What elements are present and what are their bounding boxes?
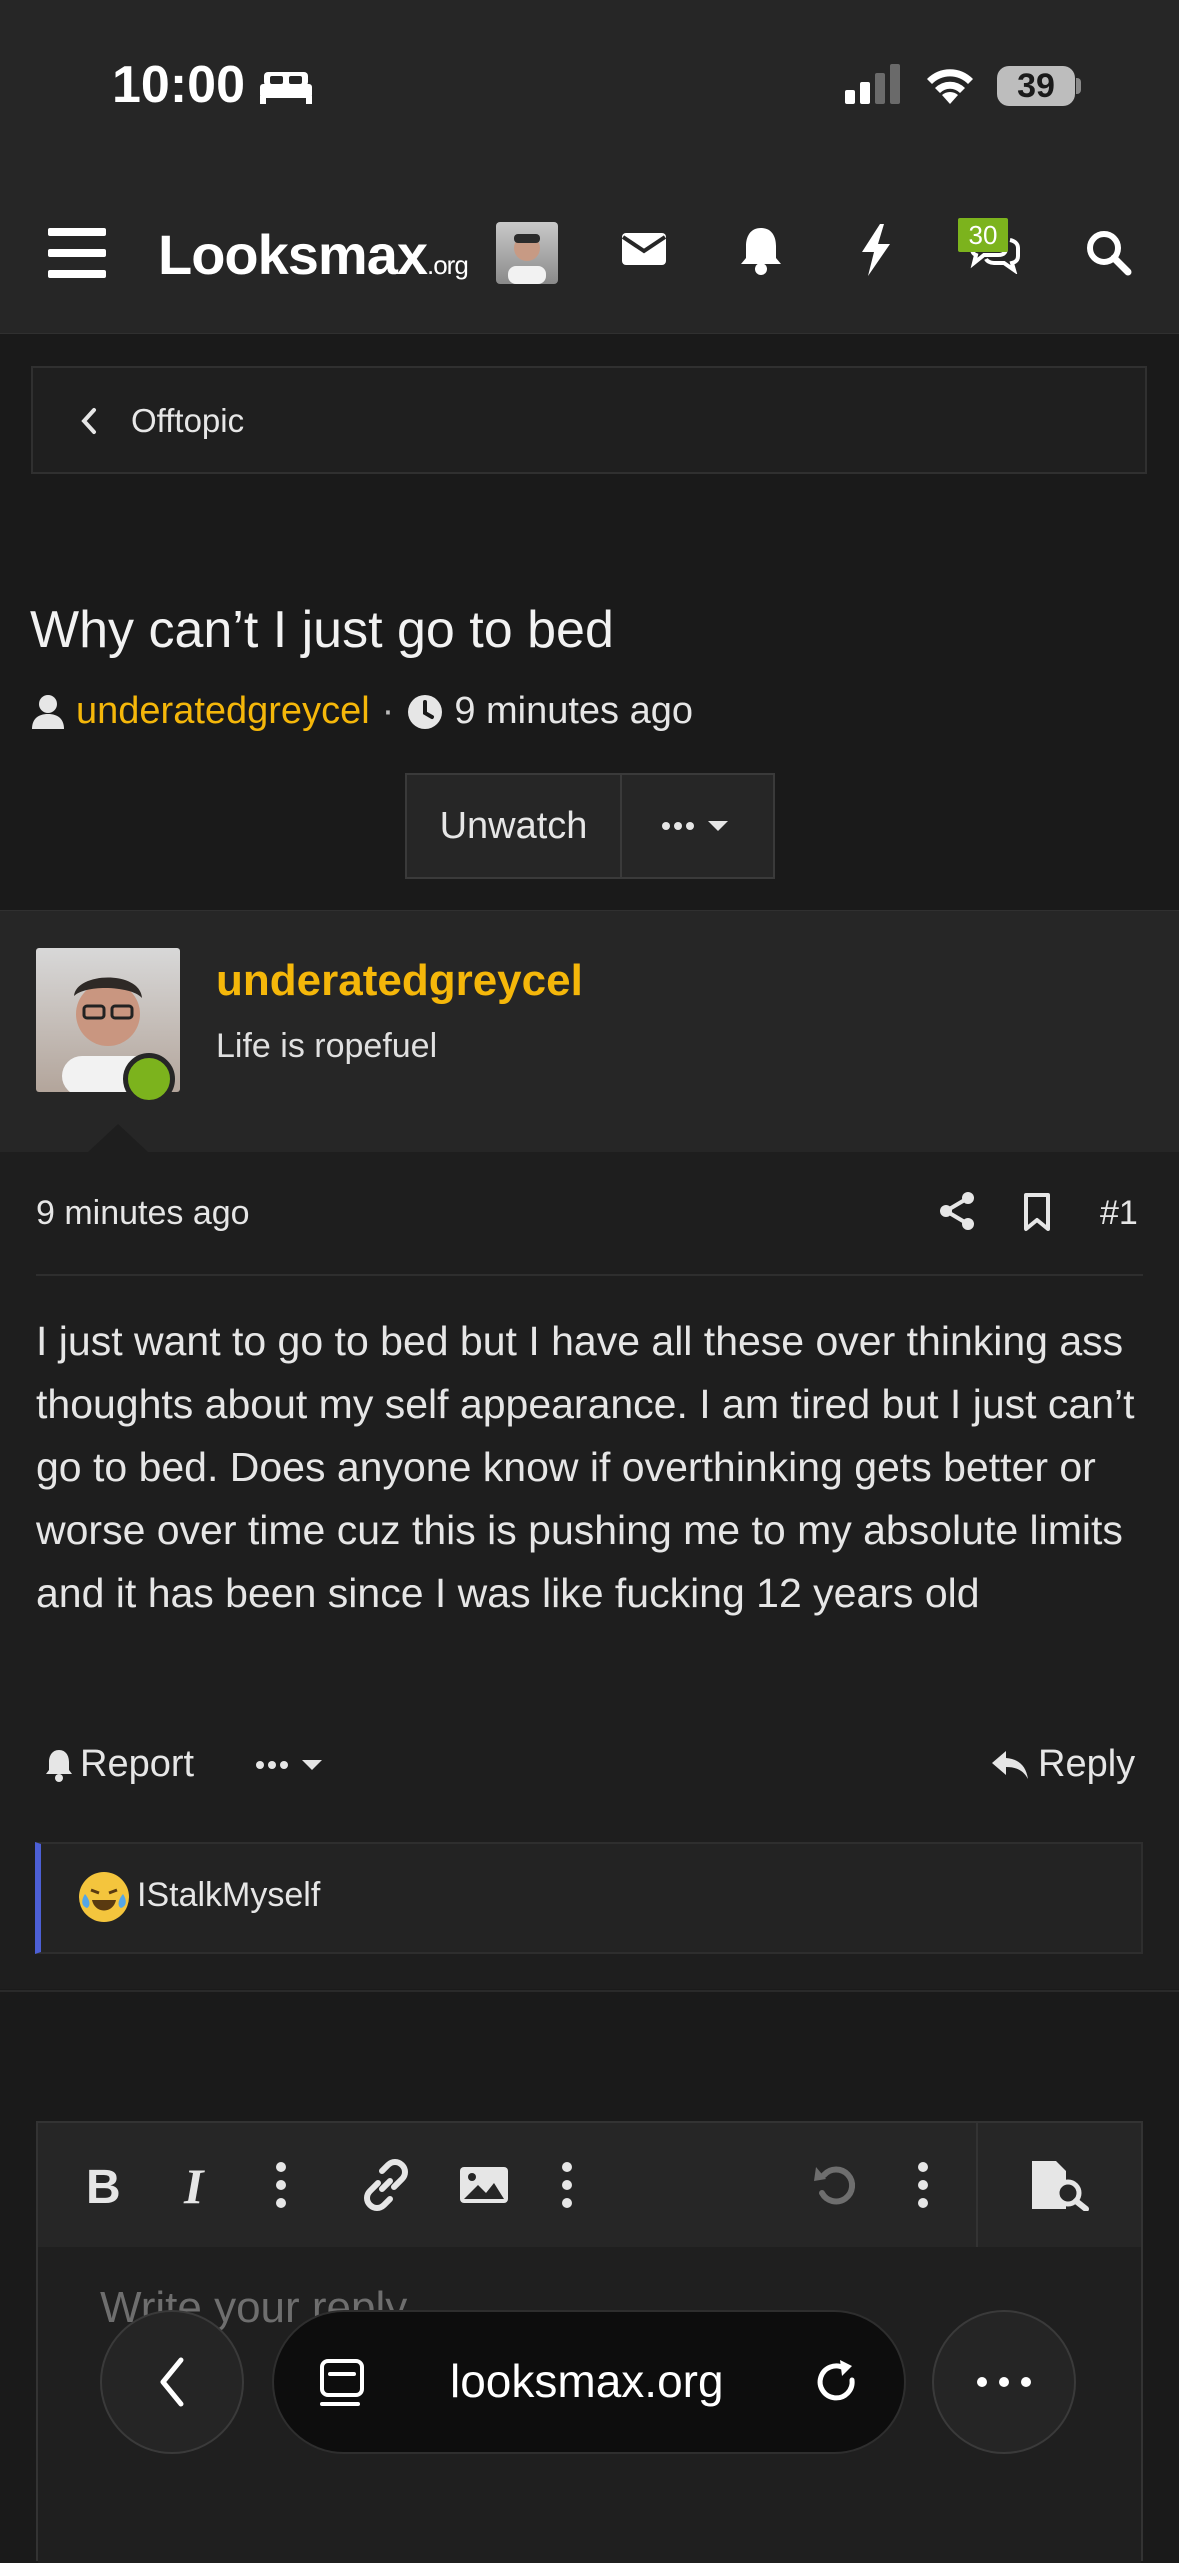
post-more-options-icon[interactable]	[254, 1755, 330, 1775]
svg-text:I: I	[183, 2159, 205, 2211]
chevron-left-icon	[81, 408, 96, 434]
wifi-icon	[927, 69, 973, 104]
text-options-more-icon[interactable]	[274, 2159, 288, 2211]
inbox-envelope-icon[interactable]	[620, 229, 668, 269]
browser-more-button[interactable]	[932, 2310, 1076, 2454]
thread-time: 9 minutes ago	[454, 690, 694, 732]
thread-more-menu-button[interactable]	[622, 775, 773, 877]
post-message-text: I just want to go to bed but I have all …	[36, 1318, 1135, 1616]
online-status-indicator	[123, 1053, 175, 1105]
crying-laughing-emoji-icon	[79, 1872, 129, 1922]
notifications-bell-icon[interactable]	[738, 224, 784, 276]
search-icon[interactable]	[1084, 228, 1132, 276]
meta-separator: ·	[381, 690, 395, 732]
share-icon[interactable]	[938, 1190, 976, 1232]
chevron-left-icon	[160, 2357, 184, 2407]
browser-address-bar[interactable]: looksmax.org	[272, 2310, 906, 2454]
toolbar-separator	[976, 2123, 978, 2247]
more-options-icon	[661, 821, 728, 831]
reactions-bar[interactable]: IStalkMyself	[35, 1842, 1143, 1954]
reaction-user-link[interactable]: IStalkMyself	[137, 1876, 320, 1915]
sleep-focus-icon	[260, 72, 312, 104]
cellular-signal-icon	[845, 64, 900, 104]
report-button[interactable]: Report	[44, 1743, 194, 1786]
reload-icon[interactable]	[814, 2358, 862, 2410]
site-logo[interactable]: Looksmax.org	[158, 222, 469, 287]
battery-tip	[1076, 78, 1081, 94]
thread-meta: underatedgreycel · 9 minutes ago	[30, 690, 693, 733]
post-author-title: Life is ropefuel	[216, 1027, 438, 1065]
reply-button[interactable]: Reply	[990, 1743, 1135, 1786]
insert-image-icon[interactable]	[458, 2159, 510, 2211]
bell-icon	[46, 1749, 72, 1782]
battery-indicator: 39	[997, 66, 1075, 106]
thread-author-link[interactable]: underatedgreycel	[76, 690, 370, 733]
breadcrumb[interactable]: Offtopic	[31, 366, 1147, 474]
report-label: Report	[80, 1743, 195, 1785]
hamburger-menu-icon[interactable]	[46, 226, 108, 280]
thread-action-group: Unwatch	[405, 773, 775, 879]
post-divider	[36, 1274, 1143, 1276]
unwatch-button[interactable]: Unwatch	[407, 775, 622, 877]
post-author-username[interactable]: underatedgreycel	[216, 956, 583, 1006]
post-number-link[interactable]: #1	[1100, 1194, 1138, 1233]
user-icon	[32, 694, 64, 729]
insert-options-more-icon[interactable]	[560, 2159, 574, 2211]
whats-new-bolt-icon[interactable]	[858, 222, 894, 278]
bookmark-icon[interactable]	[1022, 1192, 1052, 1232]
preview-icon[interactable]	[1028, 2159, 1092, 2211]
editor-more-icon[interactable]	[916, 2159, 930, 2211]
logo-main: Looksmax	[158, 223, 428, 286]
section-separator	[0, 1990, 1179, 1992]
post-pointer	[88, 1124, 148, 1152]
undo-icon[interactable]	[812, 2159, 860, 2211]
bold-icon[interactable]: B	[84, 2159, 124, 2211]
editor-toolbar: B I	[38, 2123, 1141, 2247]
italic-icon[interactable]: I	[178, 2159, 218, 2211]
breadcrumb-label: Offtopic	[131, 402, 245, 439]
post-timestamp[interactable]: 9 minutes ago	[36, 1194, 250, 1233]
svg-text:B: B	[86, 2161, 121, 2211]
browser-back-button[interactable]	[100, 2310, 244, 2454]
link-icon[interactable]	[360, 2159, 412, 2211]
clock-icon	[408, 694, 443, 729]
thread-title: Why can’t I just go to bed	[30, 601, 614, 659]
account-avatar[interactable]	[496, 222, 558, 284]
browser-url: looksmax.org	[450, 2355, 724, 2407]
more-horizontal-icon	[977, 2377, 1031, 2387]
reader-tabs-icon	[320, 2359, 364, 2406]
conversations-count-badge: 30	[958, 218, 1008, 252]
avatar-image	[508, 234, 546, 284]
logo-suffix: .org	[427, 250, 469, 280]
reply-arrow-icon	[992, 1750, 1028, 1779]
status-time: 10:00	[112, 56, 245, 114]
reply-label: Reply	[1038, 1743, 1136, 1785]
